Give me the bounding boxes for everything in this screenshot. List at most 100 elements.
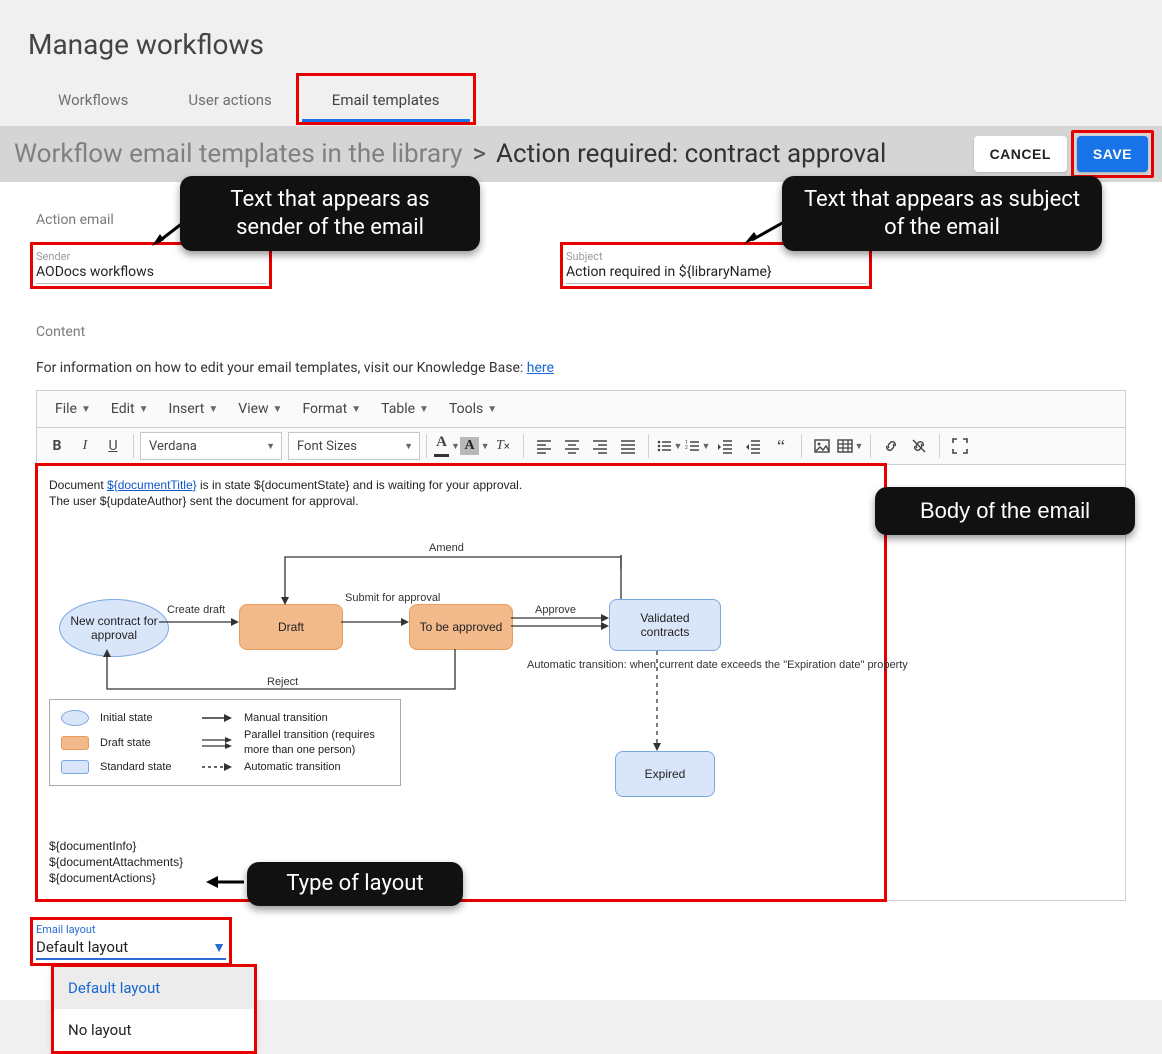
chevron-down-icon: ▼ (855, 441, 864, 452)
insert-table-button[interactable]: ▼ (836, 432, 864, 460)
highlight-color-button[interactable]: A▼ (461, 432, 489, 460)
align-center-button[interactable] (558, 432, 586, 460)
diagram-node-validated: Validated contracts (609, 599, 721, 651)
legend-blue-rect-icon (60, 760, 90, 774)
chevron-down-icon: ▼ (404, 441, 413, 452)
subject-input[interactable] (566, 263, 866, 281)
diagram-auto-note: Automatic transition: when current date … (527, 659, 657, 672)
menu-tools-label: Tools (449, 401, 483, 417)
font-family-select[interactable]: Verdana ▼ (140, 432, 282, 460)
menu-insert[interactable]: Insert▼ (159, 397, 229, 421)
clear-formatting-button[interactable]: T× (489, 432, 517, 460)
bold-button[interactable]: B (43, 432, 71, 460)
numbered-list-button[interactable]: 12▼ (683, 432, 711, 460)
sender-input[interactable] (36, 263, 266, 281)
subject-label: Subject (566, 250, 866, 263)
sender-label: Sender (36, 250, 266, 263)
menu-view[interactable]: View ▼ (228, 397, 292, 421)
menu-format-label: Format (302, 401, 347, 417)
align-left-button[interactable] (530, 432, 558, 460)
text-color-button[interactable]: A▼ (433, 432, 461, 460)
align-justify-button[interactable] (614, 432, 642, 460)
svg-text:2: 2 (685, 445, 688, 451)
remove-link-button[interactable] (905, 432, 933, 460)
chevron-down-icon: ▼ (81, 404, 91, 415)
tab-email-templates-label: Email templates (332, 91, 440, 109)
layout-option-none[interactable]: No layout (54, 1009, 254, 1051)
bullet-list-button[interactable]: ▼ (655, 432, 683, 460)
menu-tools[interactable]: Tools▼ (439, 397, 507, 421)
diagram-legend: Initial state Manual transition Draft st… (49, 699, 401, 786)
breadcrumb-root[interactable]: Workflow email templates in the library (14, 139, 462, 169)
chevron-down-icon: ▼ (266, 441, 275, 452)
workflow-diagram: New contract for approval Draft To be ap… (49, 519, 1113, 779)
chevron-down-icon: ▼ (208, 404, 218, 415)
diagram-edge-create-draft: Create draft (167, 603, 225, 618)
italic-button[interactable]: I (71, 432, 99, 460)
email-layout-select[interactable]: Default layout ▼ (36, 936, 226, 960)
diagram-connector-icon (281, 555, 621, 605)
layout-option-default[interactable]: Default layout (54, 967, 254, 1009)
subject-field[interactable]: Subject (566, 248, 866, 284)
rich-text-editor: File▼ Edit▼ Insert▼ View▼ Format▼ Table▼… (36, 390, 1126, 901)
tab-email-templates[interactable]: Email templates (302, 79, 470, 122)
align-right-button[interactable] (586, 432, 614, 460)
chevron-down-icon: ▼ (451, 441, 460, 452)
callout-subject: Text that appears as subject of the emai… (782, 176, 1102, 251)
chevron-down-icon: ▼ (419, 404, 429, 415)
menu-table-label: Table (381, 401, 415, 417)
menu-edit-label: Edit (111, 401, 135, 417)
email-layout-label: Email layout (36, 923, 226, 936)
help-text-prefix: For information on how to edit your emai… (36, 360, 527, 376)
indent-button[interactable] (739, 432, 767, 460)
menu-table[interactable]: Table ▼ (371, 397, 439, 421)
cancel-button[interactable]: CANCEL (974, 136, 1067, 172)
diagram-connector-icon (103, 649, 459, 699)
chevron-down-icon: ▼ (702, 441, 711, 452)
chevron-down-icon: ▼ (273, 404, 283, 415)
diagram-edge-amend: Amend (429, 541, 464, 556)
diagram-node-expired: Expired (615, 751, 715, 797)
legend-standard-state-label: Standard state (100, 760, 190, 775)
document-title-placeholder-link[interactable]: ${documentTitle} (107, 478, 197, 492)
section-heading-content: Content (36, 324, 1126, 340)
callout-layout: Type of layout (247, 862, 463, 906)
email-layout-dropdown: Default layout No layout (54, 967, 254, 1051)
font-size-select[interactable]: Font Sizes ▼ (288, 432, 420, 460)
menu-format[interactable]: Format ▼ (292, 397, 371, 421)
diagram-connector-icon (511, 615, 609, 629)
insert-image-button[interactable] (808, 432, 836, 460)
var-document-info: ${documentInfo} (49, 839, 1113, 855)
menu-insert-label: Insert (169, 401, 205, 417)
text: Document (49, 478, 107, 492)
chevron-down-icon: ▼ (351, 404, 361, 415)
blockquote-button[interactable]: “ (767, 432, 795, 460)
tab-user-actions[interactable]: User actions (158, 79, 301, 122)
menu-file[interactable]: File▼ (45, 397, 101, 421)
tab-workflows[interactable]: Workflows (28, 79, 158, 122)
fullscreen-button[interactable] (946, 432, 974, 460)
editor-menubar: File▼ Edit▼ Insert▼ View▼ Format▼ Table▼… (37, 391, 1125, 428)
editor-body[interactable]: Body of the email Document ${documentTit… (37, 465, 1125, 900)
sender-field[interactable]: Sender (36, 248, 266, 284)
page-title: Manage workflows (0, 0, 1162, 79)
tabs: Workflows User actions Email templates (0, 79, 1162, 122)
email-layout-field: Email layout Default layout ▼ Default la… (36, 923, 226, 960)
legend-automatic-label: Automatic transition (244, 760, 390, 775)
insert-link-button[interactable] (877, 432, 905, 460)
underline-button[interactable]: U (99, 432, 127, 460)
chevron-down-icon: ▼ (212, 939, 226, 956)
callout-sender: Text that appears as sender of the email (180, 176, 480, 251)
legend-orange-rect-icon (60, 736, 90, 750)
outdent-button[interactable] (711, 432, 739, 460)
menu-edit[interactable]: Edit▼ (101, 397, 159, 421)
save-button[interactable]: SAVE (1077, 136, 1148, 172)
legend-double-arrow-icon (200, 737, 234, 749)
legend-draft-state-label: Draft state (100, 736, 190, 751)
legend-solid-arrow-icon (200, 713, 234, 723)
menu-view-label: View (238, 401, 268, 417)
callout-arrow-icon (204, 874, 248, 890)
help-link[interactable]: here (527, 360, 554, 376)
breadcrumb-bar: Workflow email templates in the library … (0, 126, 1162, 182)
diagram-node-draft: Draft (239, 604, 343, 650)
